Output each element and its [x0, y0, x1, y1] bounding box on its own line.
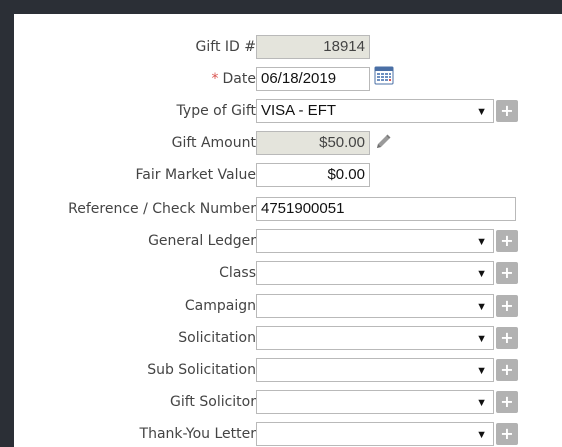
solicitation-label: Solicitation	[178, 330, 256, 346]
sub-solicitation-label: Sub Solicitation	[147, 362, 256, 378]
row-class: Class ▼ +	[14, 258, 562, 290]
class-label: Class	[219, 265, 256, 281]
type-of-gift-label: Type of Gift	[176, 103, 256, 119]
add-gift-solicitor-button[interactable]: +	[496, 391, 518, 413]
row-thank-you-letter: Thank-You Letter ▼ +	[14, 419, 562, 447]
chevron-down-icon: ▼	[476, 268, 487, 280]
date-label-text: Date	[222, 71, 256, 87]
solicitation-select[interactable]: ▼	[256, 326, 494, 350]
add-campaign-button[interactable]: +	[496, 295, 518, 317]
chevron-down-icon: ▼	[476, 429, 487, 441]
type-of-gift-value: VISA - EFT	[261, 102, 337, 119]
row-general-ledger: General Ledger ▼ +	[14, 226, 562, 258]
row-reference-check-number: Reference / Check Number 4751900051	[14, 194, 562, 226]
chevron-down-icon: ▼	[476, 397, 487, 409]
general-ledger-select[interactable]: ▼	[256, 229, 494, 253]
add-thank-you-letter-button[interactable]: +	[496, 423, 518, 445]
row-sub-solicitation: Sub Solicitation ▼ +	[14, 355, 562, 387]
app-frame: Gift ID # 18914 * Date 06/18/2019 Type of…	[0, 0, 562, 447]
chevron-down-icon: ▼	[476, 106, 487, 118]
gift-id-field: 18914	[256, 35, 370, 59]
add-solicitation-button[interactable]: +	[496, 327, 518, 349]
date-field[interactable]: 06/18/2019	[256, 67, 370, 91]
fair-market-value-field[interactable]: $0.00	[256, 163, 370, 187]
gift-amount-field: $50.00	[256, 131, 370, 155]
add-general-ledger-button[interactable]: +	[496, 230, 518, 252]
gift-form: Gift ID # 18914 * Date 06/18/2019 Type of…	[14, 14, 562, 447]
thank-you-letter-label: Thank-You Letter	[139, 426, 256, 442]
calendar-icon[interactable]	[374, 65, 394, 85]
pencil-icon[interactable]	[374, 133, 392, 151]
chevron-down-icon: ▼	[476, 333, 487, 345]
required-marker: *	[211, 71, 219, 87]
add-class-button[interactable]: +	[496, 262, 518, 284]
gift-id-label: Gift ID #	[195, 39, 256, 55]
row-gift-solicitor: Gift Solicitor ▼ +	[14, 387, 562, 419]
sub-solicitation-select[interactable]: ▼	[256, 358, 494, 382]
add-sub-solicitation-button[interactable]: +	[496, 359, 518, 381]
chevron-down-icon: ▼	[476, 365, 487, 377]
chevron-down-icon: ▼	[476, 236, 487, 248]
gift-solicitor-label: Gift Solicitor	[170, 394, 256, 410]
row-gift-amount: Gift Amount $50.00	[14, 128, 562, 160]
gift-solicitor-select[interactable]: ▼	[256, 390, 494, 414]
reference-check-number-label: Reference / Check Number	[68, 201, 256, 217]
general-ledger-label: General Ledger	[148, 233, 256, 249]
row-campaign: Campaign ▼ +	[14, 291, 562, 323]
gift-amount-label: Gift Amount	[171, 135, 256, 151]
type-of-gift-select[interactable]: VISA - EFT ▼	[256, 99, 494, 123]
date-label: * Date	[212, 71, 256, 87]
thank-you-letter-select[interactable]: ▼	[256, 422, 494, 446]
row-date: * Date 06/18/2019	[14, 64, 562, 96]
row-solicitation: Solicitation ▼ +	[14, 323, 562, 355]
campaign-label: Campaign	[184, 298, 256, 314]
class-select[interactable]: ▼	[256, 261, 494, 285]
add-type-of-gift-button[interactable]: +	[496, 100, 518, 122]
chevron-down-icon: ▼	[476, 301, 487, 313]
row-fair-market-value: Fair Market Value $0.00	[14, 160, 562, 192]
row-gift-id: Gift ID # 18914	[14, 32, 562, 64]
campaign-select[interactable]: ▼	[256, 294, 494, 318]
fair-market-value-label: Fair Market Value	[135, 167, 256, 183]
row-type-of-gift: Type of Gift VISA - EFT ▼ +	[14, 96, 562, 128]
reference-check-number-field[interactable]: 4751900051	[256, 197, 516, 221]
